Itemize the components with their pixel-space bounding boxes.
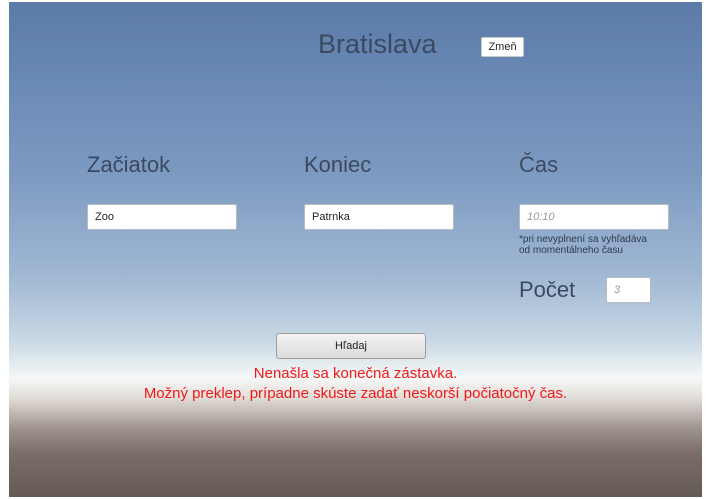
time-hint: *pri nevyplnení sa vyhľadáva od momentál… [519,234,647,256]
count-label: Počet [519,277,576,302]
error-message-line2: Možný preklep, prípadne skúste zadať nes… [143,385,568,402]
start-heading: Začiatok [87,152,171,177]
app-window: Bratislava Zmeň Začiatok Koniec Čas *pri… [9,2,702,497]
change-city-button[interactable]: Zmeň [481,37,524,57]
end-stop-input[interactable] [304,204,454,230]
count-input[interactable] [606,277,651,303]
time-input[interactable] [519,204,669,230]
end-heading: Koniec [304,152,372,177]
search-button[interactable]: Hľadaj [276,333,426,359]
city-title: Bratislava [318,29,437,59]
time-hint-line2: od momentálneho času [519,245,623,256]
start-stop-input[interactable] [87,204,237,230]
error-message-line1: Nenašla sa konečná zástavka. [253,365,458,382]
time-heading: Čas [519,152,559,177]
time-hint-line1: *pri nevyplnení sa vyhľadáva [519,234,647,245]
